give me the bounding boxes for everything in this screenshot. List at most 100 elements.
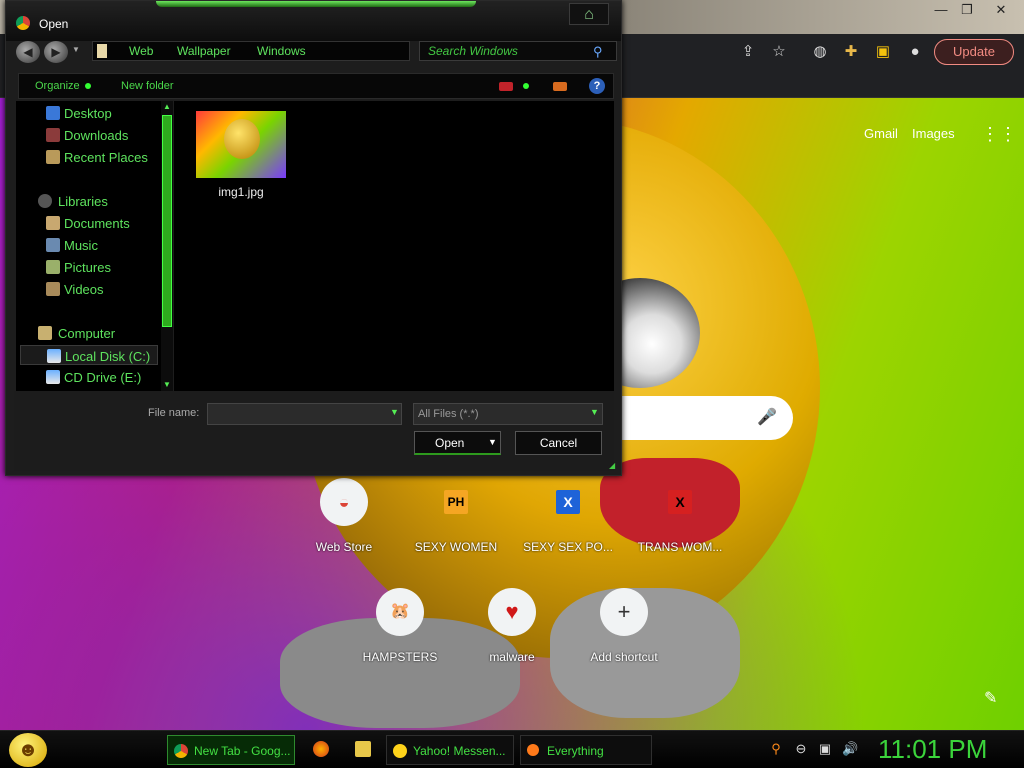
images-link[interactable]: Images <box>912 126 955 141</box>
nav-item-label: Local Disk (C:) <box>65 349 151 364</box>
tray-minus-icon[interactable]: ⊖ <box>794 742 808 756</box>
chrome-icon <box>174 744 188 758</box>
shortcut-web-store[interactable]: ◒ Web Store <box>288 478 400 568</box>
share-icon[interactable]: ⇪ <box>738 42 758 62</box>
heart-icon: ♥ <box>488 588 536 636</box>
maximize-button[interactable]: ❐ <box>954 2 980 18</box>
nav-item-documents[interactable]: Documents <box>16 213 161 233</box>
nav-item-videos[interactable]: Videos <box>16 279 161 299</box>
new-folder-button[interactable]: New folder <box>121 80 174 92</box>
back-button[interactable]: ◀ <box>16 41 40 63</box>
shortcut-label: malware <box>489 650 535 664</box>
taskbar-clock[interactable]: 11:01 PM <box>878 734 987 765</box>
shortcut-sexy-sex-po[interactable]: X SEXY SEX PO... <box>512 478 624 568</box>
update-button[interactable]: Update <box>934 39 1014 65</box>
firefox-icon[interactable] <box>313 741 329 757</box>
plus-icon: + <box>600 588 648 636</box>
open-split-dropdown-icon[interactable]: ▼ <box>488 437 497 447</box>
nav-item-recent-places[interactable]: Recent Places <box>16 147 161 167</box>
extension-flag-icon[interactable]: ◍ <box>810 42 830 62</box>
nav-item-computer[interactable]: Computer <box>16 323 161 343</box>
organize-dropdown-icon[interactable] <box>85 83 91 89</box>
desktop-icon <box>46 106 60 120</box>
file-explorer-icon[interactable] <box>355 741 371 757</box>
file-name-label[interactable]: img1.jpg <box>196 185 286 199</box>
forward-button[interactable]: ▶ <box>44 41 68 63</box>
profile-avatar-icon[interactable]: ● <box>905 42 925 62</box>
bookmark-star-icon[interactable]: ☆ <box>769 42 789 62</box>
nav-item-cd-drive[interactable]: CD Drive (E:) <box>16 367 161 387</box>
task-yahoo-messenger[interactable]: Yahoo! Messen... <box>386 735 514 765</box>
dialog-close-button[interactable]: ⌂ <box>569 3 609 25</box>
documents-icon <box>46 216 60 230</box>
search-icon[interactable]: ⚲ <box>593 44 603 60</box>
nav-item-music[interactable]: Music <box>16 235 161 255</box>
add-shortcut-button[interactable]: + Add shortcut <box>568 588 680 678</box>
minimize-button[interactable]: — <box>928 2 954 18</box>
file-type-select[interactable]: All Files (*.*) <box>413 403 603 425</box>
nav-item-pictures[interactable]: Pictures <box>16 257 161 277</box>
computer-icon <box>38 326 52 340</box>
file-type-dropdown-icon[interactable]: ▼ <box>590 407 599 417</box>
close-button[interactable]: ✕ <box>988 2 1014 18</box>
start-button-smiley-icon[interactable]: ☻ <box>9 733 47 767</box>
cd-drive-icon <box>46 370 60 384</box>
task-everything[interactable]: Everything <box>520 735 652 765</box>
task-new-tab-chrome[interactable]: New Tab - Goog... <box>167 735 295 765</box>
nav-item-downloads[interactable]: Downloads <box>16 125 161 145</box>
nav-item-local-disk[interactable]: Local Disk (C:) <box>20 345 158 365</box>
scroll-up-arrow-icon[interactable]: ▲ <box>161 101 173 113</box>
dialog-bottom-area: File name: ▼ All Files (*.*) ▼ Open ▼ Ca… <box>14 391 614 471</box>
address-bar[interactable]: Web Wallpaper Windows ▽ ⇆ <box>92 41 481 61</box>
tray-search-icon[interactable]: ⚲ <box>769 742 783 756</box>
nav-item-label: Downloads <box>64 128 129 143</box>
libraries-icon <box>38 194 52 208</box>
extensions-puzzle-icon[interactable]: ✚ <box>841 42 861 62</box>
yahoo-messenger-icon <box>393 744 407 758</box>
nav-item-label: Computer <box>58 326 116 341</box>
file-name-input[interactable] <box>207 403 402 425</box>
breadcrumb-windows[interactable]: Windows <box>257 44 306 58</box>
view-dropdown-icon[interactable] <box>523 83 529 89</box>
shortcut-malware[interactable]: ♥ malware <box>456 588 568 678</box>
nav-item-label: Music <box>64 238 98 253</box>
customize-pencil-icon[interactable]: ✎ <box>984 688 997 708</box>
volume-icon[interactable]: 🔊 <box>842 742 858 756</box>
local-disk-icon <box>47 349 61 363</box>
breadcrumb-web[interactable]: Web <box>129 44 153 58</box>
preview-pane-icon[interactable] <box>553 82 567 91</box>
folder-icon <box>97 44 107 58</box>
change-view-icon[interactable] <box>499 82 513 91</box>
google-apps-icon[interactable]: ⋮⋮ <box>981 125 1017 143</box>
task-label: New Tab - Goog... <box>194 744 291 758</box>
search-input[interactable]: Search Windows <box>419 41 617 61</box>
command-bar: Organize New folder ? <box>18 73 614 99</box>
organize-button[interactable]: Organize <box>35 80 80 92</box>
nav-item-libraries[interactable]: Libraries <box>16 191 161 211</box>
gmail-link[interactable]: Gmail <box>864 126 898 141</box>
file-name-dropdown-icon[interactable]: ▼ <box>390 407 399 417</box>
thumbnail-smiley-image <box>224 119 260 159</box>
shortcut-label: SEXY WOMEN <box>414 540 498 554</box>
nav-pane-scrollbar[interactable]: ▲ ▼ <box>161 101 173 391</box>
nav-item-label: Libraries <box>58 194 108 209</box>
recent-pages-dropdown-icon[interactable]: ▼ <box>72 45 80 54</box>
help-icon[interactable]: ? <box>589 78 605 94</box>
scroll-down-arrow-icon[interactable]: ▼ <box>161 379 173 391</box>
shortcut-label: Add shortcut <box>590 650 658 664</box>
breadcrumb-wallpaper[interactable]: Wallpaper <box>177 44 231 58</box>
side-panel-icon[interactable]: ▣ <box>873 42 893 62</box>
voice-search-mic-icon[interactable]: 🎤 <box>757 408 777 428</box>
cancel-button[interactable]: Cancel <box>515 431 602 455</box>
shortcut-hampsters[interactable]: 🐹 HAMPSTERS <box>344 588 456 678</box>
nav-item-label: Pictures <box>64 260 111 275</box>
shortcut-sexy-women[interactable]: PH SEXY WOMEN <box>400 478 512 568</box>
network-icon[interactable]: ▣ <box>818 742 832 756</box>
resize-grip-icon[interactable]: ◢ <box>609 461 615 470</box>
shortcut-label: TRANS WOM... <box>637 540 723 554</box>
nav-item-label: Desktop <box>64 106 112 121</box>
shortcut-trans-wom[interactable]: X TRANS WOM... <box>624 478 736 568</box>
scroll-thumb[interactable] <box>162 115 172 327</box>
file-thumbnail-img1[interactable] <box>196 111 286 178</box>
nav-item-desktop[interactable]: Desktop <box>16 103 161 123</box>
